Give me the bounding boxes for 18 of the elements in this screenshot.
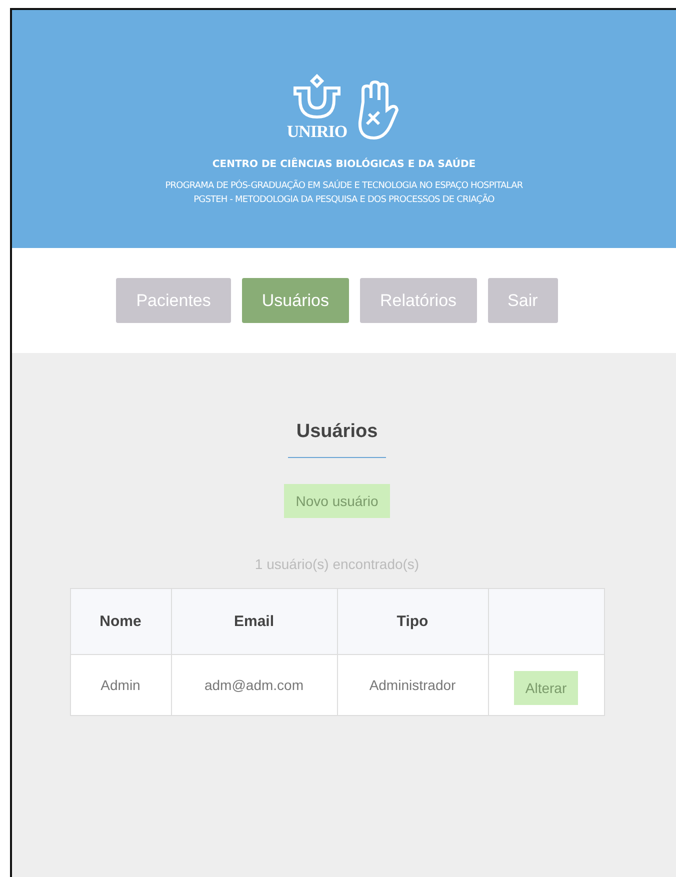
- column-header: Nome: [70, 588, 171, 654]
- nav-tab[interactable]: Pacientes: [116, 278, 231, 323]
- nav-tab[interactable]: Sair: [488, 278, 558, 323]
- program-name: PGSTEH - METODOLOGIA DA PESQUISA E DOS PROCESSOS DE CRIAÇÃO: [192, 193, 496, 207]
- logo-text: UNIRIO: [286, 122, 348, 142]
- nav-tab[interactable]: Usuários: [242, 278, 349, 323]
- column-header: Tipo: [337, 588, 488, 654]
- program-name: PROGRAMA DE PÓS-GRADUAÇÃO EM SAÚDE E TECNOLOGIA NO ESPAÇO HOSPITALAR: [164, 179, 524, 193]
- table-cell: Administrador: [337, 654, 488, 716]
- table-cell: adm@adm.com: [171, 654, 337, 716]
- university-emblem-icon: [292, 74, 342, 120]
- table-cell: Admin: [70, 654, 171, 716]
- column-header: Email: [171, 588, 337, 654]
- nav-tab[interactable]: Relatórios: [360, 278, 477, 323]
- center-name: CENTRO DE CIÊNCIAS BIOLÓGICAS E DA SAÚDE: [211, 159, 477, 170]
- edit-button[interactable]: Alterar: [514, 671, 578, 705]
- new-user-button[interactable]: Novo usuário: [284, 484, 390, 518]
- page-title: Usuários: [296, 421, 378, 443]
